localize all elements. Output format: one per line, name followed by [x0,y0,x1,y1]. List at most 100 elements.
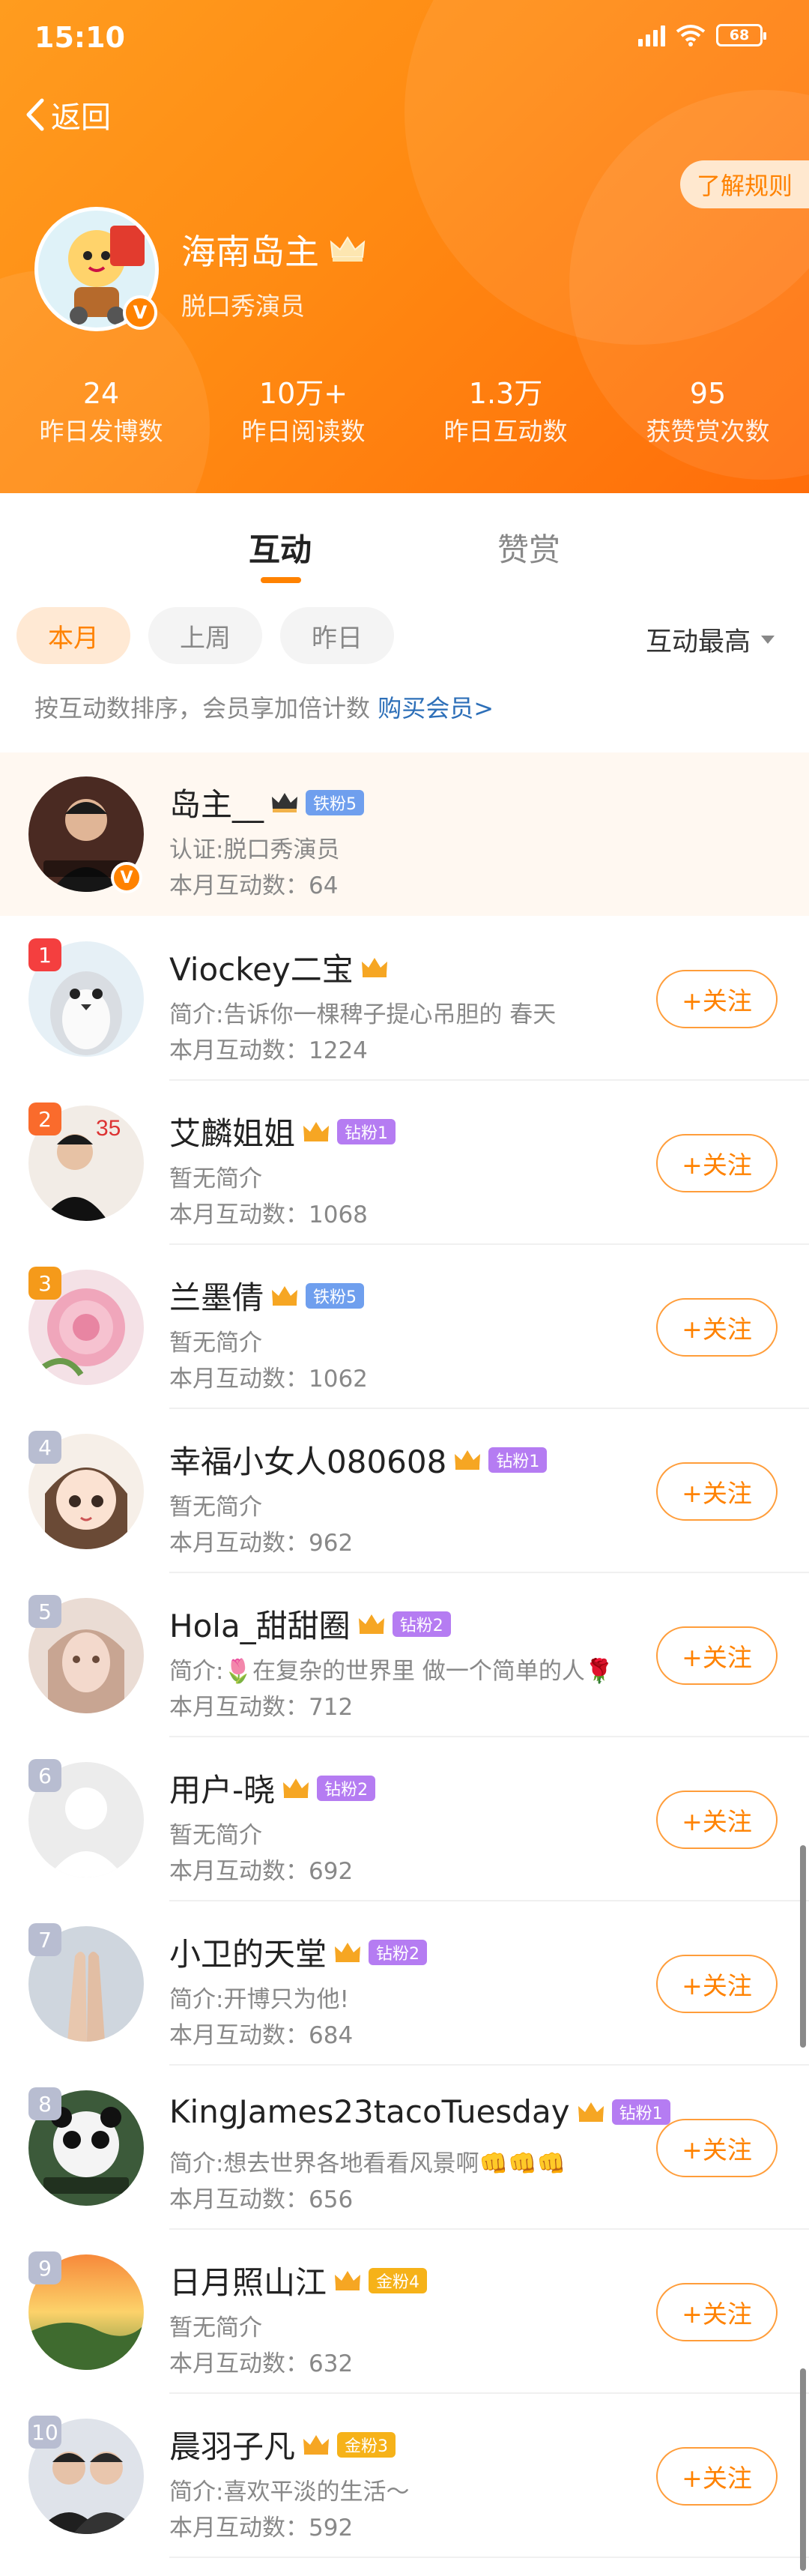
filter-bar: 本月 上周 昨日 互动最高 [0,600,809,669]
sort-dropdown[interactable]: 互动最高 [646,621,775,659]
user-name-line: 幸福小女人080608 钻粉1 [169,1437,548,1482]
fan-badge: 钻粉2 [392,1611,451,1637]
follow-button[interactable]: +关注 [656,1298,778,1357]
user-name: 日月照山江 [169,2264,327,2301]
list-item[interactable]: 3 兰墨倩 铁粉5 暂无简介 本月互动数：1062 +关注 [0,1246,809,1409]
list-item[interactable]: 9 日月照山江 金粉4 暂无简介 本月互动数：632 +关注 [0,2230,809,2394]
follow-button[interactable]: +关注 [656,1791,778,1849]
interaction-count: 本月互动数：1224 [169,1037,368,1064]
back-button[interactable]: 返回 [24,93,111,136]
crown-icon [272,792,298,812]
divider [169,2064,809,2066]
rules-button[interactable]: 了解规则 [680,160,809,208]
crown-icon [303,2434,330,2455]
stat-interactions: 1.3万 昨日互动数 [443,377,568,446]
fan-badge: 钻粉1 [337,1118,396,1144]
wifi-icon [676,25,706,46]
user-name: 岛主__ [169,786,264,823]
owner-title: 脱口秀演员 [181,292,305,321]
divider [169,1572,809,1573]
list-item[interactable]: 2 35 艾麟姐姐 钻粉1 暂无简介 本月互动数：1068 +关注 [0,1082,809,1245]
stats-row: 24 昨日发博数 10万+ 昨日阅读数 1.3万 昨日互动数 95 获赞赏次数 [0,375,809,451]
follow-button[interactable]: +关注 [656,1626,778,1685]
follow-button[interactable]: +关注 [656,1955,778,2013]
user-desc: 暂无简介 [169,1165,262,1192]
status-icons: 68 [638,24,766,46]
svg-text:35: 35 [96,1116,121,1141]
fan-badge: 金粉4 [369,2267,428,2293]
battery-icon: 68 [716,24,766,46]
self-row[interactable]: V 岛主__ 铁粉5 认证:脱口秀演员 本月互动数：64 [0,752,809,916]
user-desc: 暂无简介 [169,1330,262,1357]
user-name-line: KingJames23tacoTuesday 钻粉1 [169,2093,670,2130]
crown-icon [272,1285,298,1306]
rank-badge: 2 [28,1103,61,1135]
user-desc: 简介:开博只为他! [169,1986,349,2013]
user-desc: 暂无简介 [169,1822,262,1849]
user-name-line: 晨羽子凡 金粉3 [169,2422,396,2467]
crown-icon [303,1121,330,1141]
owner-name: 海南岛主 [181,225,367,274]
crown-icon [455,1450,481,1470]
interaction-count: 本月互动数：592 [169,2515,354,2542]
filter-this-month[interactable]: 本月 [16,607,130,664]
divider [169,1079,809,1081]
crown-icon [578,2102,604,2122]
crown-icon [283,1778,309,1798]
follow-button[interactable]: +关注 [656,1134,778,1192]
filter-yesterday[interactable]: 昨日 [280,607,394,664]
user-desc: 简介:想去世界各地看看风景啊👊👊👊 [169,2150,566,2177]
caret-down-icon [761,636,775,644]
filter-last-week[interactable]: 上周 [148,607,262,664]
tab-interaction[interactable]: 互动 [249,525,312,570]
follow-button[interactable]: +关注 [656,2283,778,2341]
crown-icon [335,2270,361,2290]
fan-badge: 钻粉1 [488,1447,548,1473]
follow-button[interactable]: +关注 [656,1462,778,1521]
user-desc: 暂无简介 [169,1494,262,1521]
list-item[interactable]: 5 Hola_甜甜圈 钻粉2 简介:🌷在复杂的世界里 做一个简单的人🌹 本月互动数：71… [0,1574,809,1737]
divider [169,1243,809,1245]
divider [169,2228,809,2230]
list-item[interactable]: 8 KingJames23tacoTuesday 钻粉1 简介:想去世界各地看看风景啊… [0,2066,809,2230]
scrollbar[interactable] [800,1845,806,2048]
buy-membership-link[interactable]: 购买会员> [378,694,494,723]
crown-icon [358,1614,384,1634]
list-item[interactable]: 7 小卫的天堂 钻粉2 简介:开博只为他! 本月互动数：684 +关注 [0,1902,809,2066]
back-label: 返回 [51,100,111,135]
divider [169,2557,809,2558]
list-item[interactable]: 6 用户-晓 钻粉2 暂无简介 本月互动数：692 +关注 [0,1738,809,1901]
fan-badge: 钻粉2 [317,1775,376,1801]
list-item[interactable]: 10 晨羽子凡 金粉3 简介:喜欢平淡的生活～ 本月互动数：592 +关注 [0,2395,809,2558]
user-name-line: 兰墨倩 铁粉5 [169,1273,365,1318]
tab-reward[interactable]: 赞赏 [497,525,560,570]
rank-badge: 7 [28,1923,61,1956]
fan-badge: 铁粉5 [306,1282,365,1309]
interaction-count: 本月互动数：684 [169,2022,354,2049]
user-name-line: 艾麟姐姐 钻粉1 [169,1108,396,1154]
user-desc: 认证:脱口秀演员 [169,836,340,863]
stat-reads: 10万+ 昨日阅读数 [241,377,366,446]
user-name-line: 日月照山江 金粉4 [169,2257,428,2303]
fan-badge: 金粉3 [337,2431,396,2458]
user-name-line: Viockey二宝 [169,944,390,990]
interaction-count: 本月互动数：692 [169,1858,354,1885]
interaction-count: 本月互动数：712 [169,1694,354,1721]
rank-badge: 8 [28,2087,61,2120]
scrollbar-lower[interactable] [800,2368,806,2571]
interaction-count: 本月互动数：656 [169,2186,354,2213]
follow-button[interactable]: +关注 [656,970,778,1028]
list-item[interactable]: 1 Viockey二宝 简介:告诉你一棵稗子提心吊胆的 春天 本月互动数：1224 +关… [0,917,809,1081]
user-name: Hola_甜甜圈 [169,1608,351,1644]
sort-hint: 按互动数排序，会员享加倍计数 购买会员> [34,694,494,723]
divider [169,1736,809,1737]
list-item[interactable]: 4 幸福小女人080608 钻粉1 暂无简介 本月互动数：962 +关注 [0,1410,809,1573]
follow-button[interactable]: +关注 [656,2447,778,2506]
fan-badge: 钻粉2 [369,1939,428,1965]
divider [169,2392,809,2394]
sort-label: 互动最高 [645,627,751,657]
user-name: Viockey二宝 [169,951,354,988]
verified-badge-icon: V [123,295,157,330]
follow-button[interactable]: +关注 [656,2119,778,2177]
user-name-line: 用户-晓 钻粉2 [169,1765,376,1811]
